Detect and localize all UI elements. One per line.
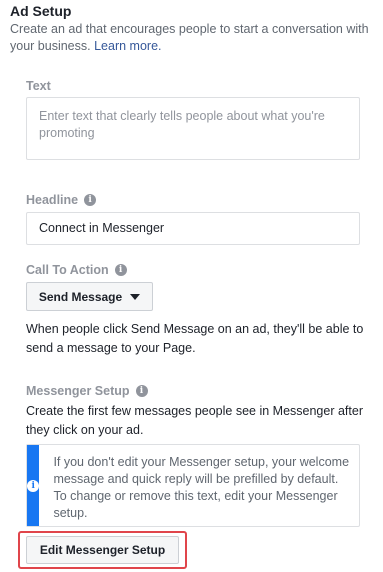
headline-label-text: Headline bbox=[26, 193, 79, 207]
description-text: Create an ad that encourages people to s… bbox=[10, 22, 369, 53]
learn-more-link[interactable]: Learn more. bbox=[94, 39, 161, 53]
text-label: Text bbox=[26, 79, 51, 93]
notice-text: If you don't edit your Messenger setup, … bbox=[53, 455, 350, 520]
info-icon[interactable]: i bbox=[84, 194, 97, 206]
headline-label: Headline i bbox=[26, 193, 97, 207]
headline-value: Connect in Messenger bbox=[39, 221, 165, 235]
edit-messenger-setup-button[interactable]: Edit Messenger Setup bbox=[26, 536, 179, 564]
call-to-action-help: When people click Send Message on an ad,… bbox=[26, 322, 364, 355]
call-to-action-label-text: Call To Action bbox=[26, 263, 109, 277]
text-label-text: Text bbox=[26, 79, 51, 93]
messenger-setup-label: Messenger Setup i bbox=[26, 384, 148, 398]
caret-down-icon bbox=[130, 293, 141, 300]
ad-text-placeholder: Enter text that clearly tells people abo… bbox=[39, 109, 325, 140]
info-icon: i bbox=[27, 479, 40, 492]
section-description: Create an ad that encourages people to s… bbox=[10, 21, 370, 55]
section-title: Ad Setup bbox=[10, 3, 72, 19]
messenger-setup-label-text: Messenger Setup bbox=[26, 384, 130, 398]
headline-input[interactable]: Connect in Messenger bbox=[26, 212, 360, 245]
info-icon[interactable]: i bbox=[114, 264, 127, 276]
ad-text-input[interactable]: Enter text that clearly tells people abo… bbox=[26, 97, 360, 160]
call-to-action-dropdown[interactable]: Send Message bbox=[26, 282, 153, 311]
messenger-setup-notice: i If you don't edit your Messenger setup… bbox=[26, 444, 360, 527]
call-to-action-selected: Send Message bbox=[38, 289, 123, 304]
call-to-action-label: Call To Action i bbox=[26, 263, 127, 277]
notice-icon-bar: i bbox=[27, 445, 40, 526]
info-icon[interactable]: i bbox=[135, 385, 148, 397]
messenger-setup-description: Create the first few messages people see… bbox=[26, 404, 363, 437]
